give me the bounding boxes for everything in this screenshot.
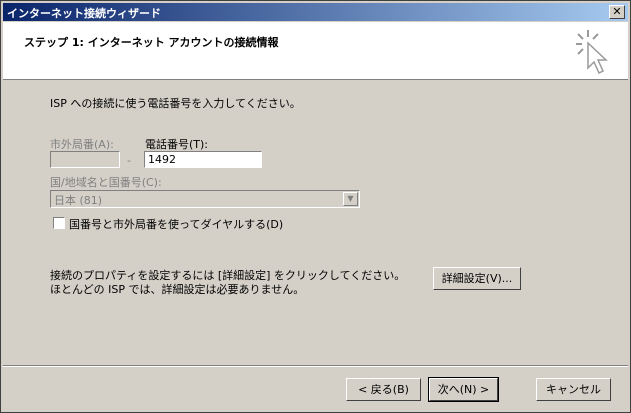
window-title: インターネット接続ウィザード <box>7 7 161 20</box>
properties-text-2: ほとんどの ISP では、詳細設定は必要ありません。 <box>50 283 305 296</box>
cancel-button[interactable]: キャンセル <box>536 378 611 401</box>
dash-separator: - <box>127 154 131 167</box>
advanced-settings-button[interactable]: 詳細設定(V)... <box>433 267 521 290</box>
wizard-cursor-icon <box>576 30 608 74</box>
title-bar[interactable]: インターネット接続ウィザード ✕ <box>3 3 628 21</box>
phone-label: 電話番号(T): <box>145 138 209 151</box>
back-button[interactable]: < 戻る(B) <box>346 378 421 401</box>
next-button[interactable]: 次へ(N) > <box>428 377 499 402</box>
wizard-header: ステップ 1: インターネット アカウントの接続情報 <box>3 22 628 80</box>
use-area-code-checkbox[interactable] <box>53 217 65 229</box>
phone-value: 1492 <box>148 153 176 166</box>
area-code-input <box>50 151 120 168</box>
wizard-window: インターネット接続ウィザード ✕ ステップ 1: インターネット アカウントの接… <box>0 0 631 413</box>
intro-text: ISP への接続に使う電話番号を入力してください。 <box>50 97 301 110</box>
footer-divider <box>3 365 628 367</box>
phone-input[interactable]: 1492 <box>144 151 262 168</box>
advanced-settings-label: 詳細設定(V)... <box>441 272 513 285</box>
use-area-code-label[interactable]: 国番号と市外局番を使ってダイヤルする(D) <box>69 216 283 232</box>
chevron-down-icon: ▼ <box>343 192 358 206</box>
next-label: 次へ(N) > <box>437 383 490 396</box>
close-button[interactable]: ✕ <box>609 5 625 19</box>
country-select: 日本 (81) ▼ <box>50 190 360 208</box>
cancel-label: キャンセル <box>546 383 601 396</box>
country-label: 国/地域名と国番号(C): <box>50 176 162 189</box>
close-icon: ✕ <box>612 5 622 18</box>
country-value: 日本 (81) <box>54 194 103 207</box>
step-title: ステップ 1: インターネット アカウントの接続情報 <box>24 36 279 49</box>
area-code-label: 市外局番(A): <box>50 138 114 151</box>
back-label: < 戻る(B) <box>358 383 409 396</box>
